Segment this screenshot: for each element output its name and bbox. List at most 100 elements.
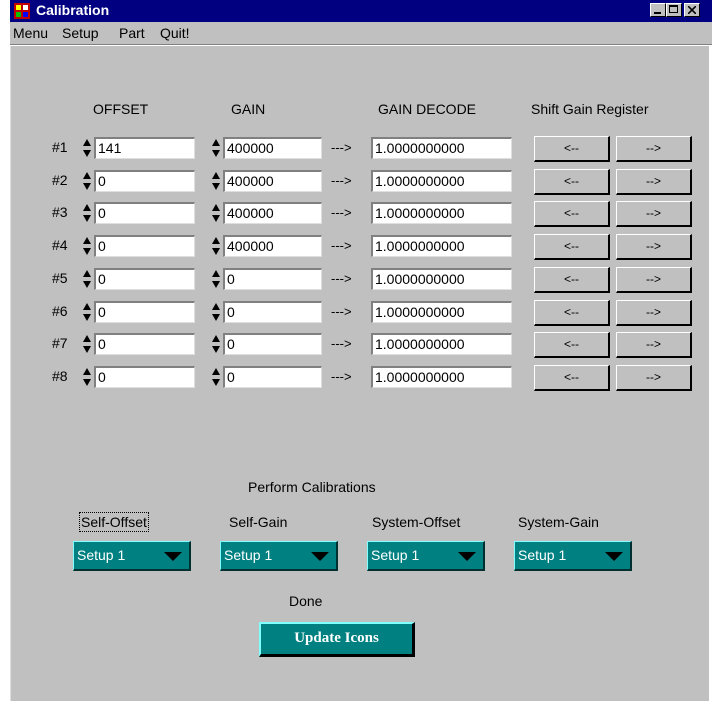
shift-left-button[interactable]: <--	[534, 267, 610, 293]
gain-decode-field: 1.0000000000	[371, 235, 512, 257]
offset-input[interactable]: 0	[94, 268, 195, 290]
gain-decode-field: 1.0000000000	[371, 170, 512, 192]
offset-input[interactable]: 0	[94, 202, 195, 224]
system-gain-select-value: Setup 1	[518, 547, 567, 563]
shift-left-button[interactable]: <--	[534, 365, 610, 391]
gain-decode-field: 1.0000000000	[371, 202, 512, 224]
arrow-indicator: --->	[331, 304, 352, 319]
offset-spinner-icon[interactable]	[82, 302, 92, 322]
shift-right-button[interactable]: -->	[616, 201, 692, 227]
gain-decode-field: 1.0000000000	[371, 137, 512, 159]
menu-bar: Menu Setup Part Quit!	[10, 22, 712, 44]
gain-decode-field: 1.0000000000	[371, 268, 512, 290]
menu-quit[interactable]: Quit!	[160, 25, 190, 41]
arrow-indicator: --->	[331, 336, 352, 351]
shift-left-button[interactable]: <--	[534, 234, 610, 260]
arrow-indicator: --->	[331, 140, 352, 155]
gain-input[interactable]: 400000	[223, 137, 322, 159]
menu-menu[interactable]: Menu	[13, 25, 48, 41]
offset-spinner-icon[interactable]	[82, 138, 92, 158]
dropdown-arrow-icon	[164, 552, 182, 561]
self-offset-label: Self-Offset	[79, 512, 149, 532]
minimize-button[interactable]	[650, 3, 666, 17]
row-label: #2	[52, 172, 68, 188]
offset-input[interactable]: 0	[94, 170, 195, 192]
gain-spinner-icon[interactable]	[211, 302, 221, 322]
gain-spinner-icon[interactable]	[211, 236, 221, 256]
maximize-button[interactable]	[666, 3, 682, 17]
row-label: #1	[52, 139, 68, 155]
minimize-icon	[654, 12, 661, 14]
offset-input[interactable]: 0	[94, 333, 195, 355]
self-offset-select[interactable]: Setup 1	[73, 541, 191, 571]
shift-gain-register-header: Shift Gain Register	[531, 101, 649, 117]
title-bar[interactable]: Calibration	[10, 0, 712, 22]
gain-spinner-icon[interactable]	[211, 334, 221, 354]
row-label: #6	[52, 303, 68, 319]
self-offset-label-text: Self-Offset	[79, 512, 149, 532]
shift-right-button[interactable]: -->	[616, 136, 692, 162]
system-offset-select[interactable]: Setup 1	[367, 541, 485, 571]
gain-decode-header: GAIN DECODE	[378, 101, 477, 117]
dropdown-arrow-icon	[311, 552, 329, 561]
arrow-indicator: --->	[331, 238, 352, 253]
shift-right-button[interactable]: -->	[616, 332, 692, 358]
offset-spinner-icon[interactable]	[82, 334, 92, 354]
gain-spinner-icon[interactable]	[211, 367, 221, 387]
gain-decode-field: 1.0000000000	[371, 333, 512, 355]
menu-setup[interactable]: Setup	[62, 25, 99, 41]
gain-input[interactable]: 0	[223, 333, 322, 355]
offset-spinner-icon[interactable]	[82, 203, 92, 223]
system-gain-label: System-Gain	[518, 514, 599, 530]
gain-decode-field: 1.0000000000	[371, 301, 512, 323]
offset-spinner-icon[interactable]	[82, 236, 92, 256]
gain-input[interactable]: 0	[223, 301, 322, 323]
self-offset-select-value: Setup 1	[77, 547, 126, 563]
gain-input[interactable]: 400000	[223, 202, 322, 224]
self-gain-label: Self-Gain	[229, 514, 288, 530]
system-offset-label: System-Offset	[372, 514, 461, 530]
row-label: #3	[52, 204, 68, 220]
close-button[interactable]	[684, 3, 700, 17]
menu-separator	[10, 44, 712, 46]
row-label: #8	[52, 368, 68, 384]
gain-input[interactable]: 0	[223, 268, 322, 290]
self-gain-select[interactable]: Setup 1	[220, 541, 338, 571]
maximize-icon	[669, 5, 678, 13]
shift-left-button[interactable]: <--	[534, 300, 610, 326]
offset-spinner-icon[interactable]	[82, 171, 92, 191]
offset-input[interactable]: 0	[94, 366, 195, 388]
row-label: #7	[52, 335, 68, 351]
gain-spinner-icon[interactable]	[211, 203, 221, 223]
gain-header: GAIN	[231, 101, 266, 117]
app-icon	[14, 3, 30, 19]
offset-spinner-icon[interactable]	[82, 269, 92, 289]
gain-input[interactable]: 400000	[223, 170, 322, 192]
update-icons-button[interactable]: Update Icons	[259, 622, 415, 657]
offset-spinner-icon[interactable]	[82, 367, 92, 387]
shift-right-button[interactable]: -->	[616, 365, 692, 391]
gain-input[interactable]: 400000	[223, 235, 322, 257]
shift-right-button[interactable]: -->	[616, 300, 692, 326]
window-title: Calibration	[36, 2, 110, 18]
gain-spinner-icon[interactable]	[211, 269, 221, 289]
offset-input[interactable]: 141	[94, 137, 195, 159]
gain-input[interactable]: 0	[223, 366, 322, 388]
menu-part[interactable]: Part	[119, 25, 145, 41]
gain-spinner-icon[interactable]	[211, 138, 221, 158]
shift-left-button[interactable]: <--	[534, 136, 610, 162]
system-offset-select-value: Setup 1	[371, 547, 420, 563]
gain-spinner-icon[interactable]	[211, 171, 221, 191]
shift-right-button[interactable]: -->	[616, 267, 692, 293]
system-gain-select[interactable]: Setup 1	[514, 541, 632, 571]
offset-input[interactable]: 0	[94, 235, 195, 257]
offset-input[interactable]: 0	[94, 301, 195, 323]
shift-right-button[interactable]: -->	[616, 234, 692, 260]
self-gain-select-value: Setup 1	[224, 547, 273, 563]
arrow-indicator: --->	[331, 173, 352, 188]
shift-left-button[interactable]: <--	[534, 332, 610, 358]
shift-left-button[interactable]: <--	[534, 201, 610, 227]
close-icon	[688, 6, 696, 14]
shift-right-button[interactable]: -->	[616, 169, 692, 195]
shift-left-button[interactable]: <--	[534, 169, 610, 195]
